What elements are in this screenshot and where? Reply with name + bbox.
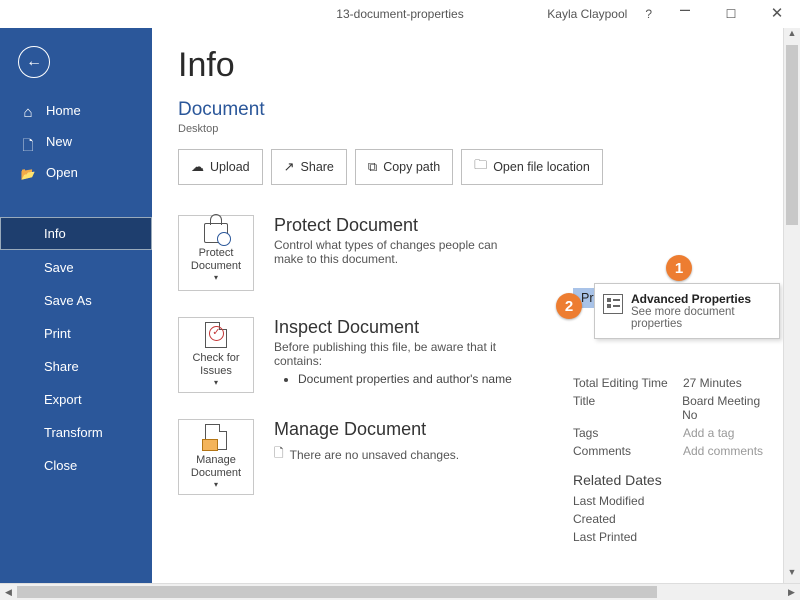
sidebar-item-close[interactable]: Close	[0, 450, 152, 481]
prop-key: Tags	[573, 426, 683, 440]
copy-path-button[interactable]: ⧉Copy path	[355, 149, 453, 185]
close-button[interactable]: ✕	[754, 0, 800, 28]
new-icon	[20, 135, 36, 149]
back-button[interactable]: ←	[18, 46, 50, 78]
inspect-item: Document properties and author's name	[298, 372, 512, 386]
callout-2: 2	[556, 293, 582, 319]
minimize-button[interactable]: –	[662, 0, 708, 23]
document-name-link[interactable]: Document	[178, 99, 800, 121]
related-key: Created	[573, 512, 683, 526]
protect-document-button[interactable]: Protect Document▾	[178, 215, 254, 291]
related-key: Last Modified	[573, 494, 683, 508]
inspect-document-section: Check for Issues▾ Inspect Document Befor…	[178, 317, 518, 393]
scroll-right-arrow-icon[interactable]: ▶	[783, 584, 800, 600]
sidebar-item-save[interactable]: Save	[0, 252, 152, 283]
scroll-down-arrow-icon[interactable]: ▼	[784, 567, 800, 584]
prop-key: Total Editing Time	[573, 376, 683, 390]
sidebar-item-open[interactable]: Open	[0, 158, 152, 187]
title-bar: 13-document-properties Kayla Claypool ? …	[0, 0, 800, 28]
document-location: Desktop	[178, 123, 800, 135]
share-button[interactable]: ↗Share	[271, 149, 347, 185]
advanced-properties-sub: See more document properties	[631, 306, 735, 330]
manage-heading: Manage Document	[274, 419, 459, 440]
title-field[interactable]: Board Meeting No	[682, 394, 778, 422]
vertical-scrollbar[interactable]: ▲ ▼	[783, 28, 800, 584]
manage-document-section: Manage Document▾ Manage Document 🗋 There …	[178, 419, 518, 495]
sidebar-item-print[interactable]: Print	[0, 318, 152, 349]
prop-val: 27 Minutes	[683, 376, 742, 390]
document-title: 13-document-properties	[336, 7, 463, 21]
link-icon: ⧉	[368, 159, 377, 175]
sidebar-item-export[interactable]: Export	[0, 384, 152, 415]
manage-document-button[interactable]: Manage Document▾	[178, 419, 254, 495]
protect-document-section: Protect Document▾ Protect Document Contr…	[178, 215, 518, 291]
check-icon	[205, 322, 227, 348]
open-icon	[20, 166, 36, 180]
scroll-left-arrow-icon[interactable]: ◀	[0, 584, 17, 600]
maximize-button[interactable]: ☐	[708, 0, 754, 28]
doc-small-icon: 🗋	[274, 444, 284, 465]
share-icon: ↗	[284, 159, 295, 175]
inspect-heading: Inspect Document	[274, 317, 512, 338]
scroll-up-arrow-icon[interactable]: ▲	[784, 28, 800, 45]
user-name[interactable]: Kayla Claypool	[547, 7, 627, 21]
document-icon	[205, 424, 227, 450]
sidebar-item-home[interactable]: Home	[0, 96, 152, 125]
prop-key: Title	[573, 394, 682, 422]
help-button[interactable]: ?	[635, 7, 662, 21]
advanced-properties-title: Advanced Properties	[631, 292, 771, 306]
sidebar-item-share[interactable]: Share	[0, 351, 152, 382]
manage-desc: There are no unsaved changes.	[290, 448, 459, 462]
sidebar-item-saveas[interactable]: Save As	[0, 285, 152, 316]
horizontal-scrollbar[interactable]: ◀ ▶	[0, 583, 800, 600]
backstage-sidebar: ← Home New Open Info Save Save As Print …	[0, 28, 152, 584]
comments-field[interactable]: Add comments	[683, 444, 763, 458]
callout-1: 1	[666, 255, 692, 281]
sidebar-item-info[interactable]: Info	[0, 217, 152, 250]
related-key: Last Printed	[573, 530, 683, 544]
upload-button[interactable]: ☁Upload	[178, 149, 263, 185]
open-file-location-button[interactable]: 🗀Open file location	[461, 149, 603, 185]
sidebar-item-new[interactable]: New	[0, 127, 152, 156]
inspect-desc: Before publishing this file, be aware th…	[274, 340, 504, 368]
prop-key: Comments	[573, 444, 683, 458]
related-dates-heading: Related Dates	[573, 472, 778, 488]
folder-icon: 🗀	[474, 156, 487, 178]
properties-list-icon	[603, 294, 623, 314]
lock-icon	[204, 223, 228, 243]
scroll-thumb[interactable]	[786, 45, 798, 225]
protect-heading: Protect Document	[274, 215, 504, 236]
check-for-issues-button[interactable]: Check for Issues▾	[178, 317, 254, 393]
upload-icon: ☁	[191, 159, 204, 175]
protect-desc: Control what types of changes people can…	[274, 238, 504, 266]
advanced-properties-item[interactable]: Advanced Properties See more document pr…	[594, 283, 780, 339]
tags-field[interactable]: Add a tag	[683, 426, 734, 440]
sidebar-item-transform[interactable]: Transform	[0, 417, 152, 448]
page-title: Info	[178, 46, 800, 85]
scroll-thumb[interactable]	[17, 586, 657, 598]
home-icon	[20, 104, 36, 118]
